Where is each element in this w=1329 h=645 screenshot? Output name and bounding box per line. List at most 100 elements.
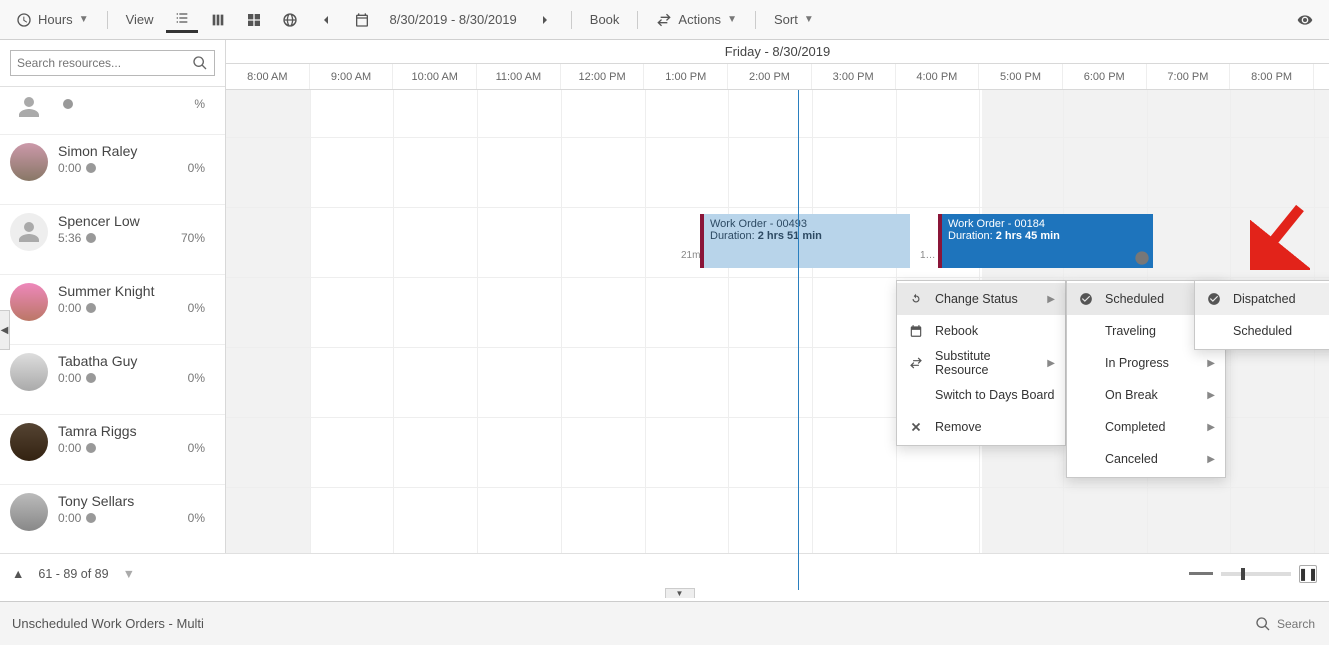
booking-dur-label: Duration: — [710, 230, 758, 242]
menu-remove[interactable]: Remove — [897, 411, 1065, 443]
zoom-pause-button[interactable]: ❚❚ — [1299, 565, 1317, 583]
booking-card[interactable]: Work Order - 00493 Duration: 2 hrs 51 mi… — [700, 214, 910, 268]
eye-button[interactable] — [1289, 8, 1321, 32]
page-up-button[interactable]: ▲ — [12, 567, 24, 581]
person-icon — [17, 220, 41, 244]
view-globe-button[interactable] — [274, 8, 306, 32]
menu-label: Completed — [1105, 420, 1197, 434]
caret-down-icon: ▼ — [804, 14, 814, 25]
resource-pct: 0% — [188, 441, 205, 455]
hour-cell: 8:00 AM — [226, 64, 310, 89]
resource-row[interactable]: % — [0, 87, 225, 135]
resource-row[interactable]: Tony Sellars 0:000% — [0, 485, 225, 555]
timeline-row[interactable] — [226, 488, 1329, 558]
resource-time: 0:00 — [58, 441, 81, 455]
grid-line — [477, 90, 478, 590]
hour-cell: 9:00 AM — [310, 64, 394, 89]
booking-dur-label: Duration: — [948, 230, 996, 242]
menu-switch-board[interactable]: Switch to Days Board — [897, 379, 1065, 411]
hours-dropdown[interactable]: Hours ▼ — [8, 8, 97, 32]
date-range[interactable]: 8/30/2019 - 8/30/2019 — [382, 8, 525, 31]
menu-rebook[interactable]: Rebook — [897, 315, 1065, 347]
resource-row[interactable]: Spencer Low 5:3670% — [0, 205, 225, 275]
resource-list: % Simon Raley 0:000% Spencer Low 5:3670%… — [0, 87, 225, 592]
menu-change-status[interactable]: Change Status ▶ — [897, 283, 1065, 315]
separator — [107, 11, 108, 29]
chevron-right-icon: ▶ — [1047, 294, 1055, 305]
zoom-slider[interactable] — [1221, 572, 1291, 576]
check-circle-icon — [1207, 292, 1221, 306]
menu-substitute[interactable]: Substitute Resource ▶ — [897, 347, 1065, 379]
resource-row[interactable]: Summer Knight 0:000% — [0, 275, 225, 345]
columns-icon — [210, 12, 226, 28]
annotation-arrow — [1250, 200, 1310, 270]
resource-pct: 0% — [188, 511, 205, 525]
menu-dispatched[interactable]: Dispatched — [1195, 283, 1329, 315]
menu-label: In Progress — [1105, 356, 1197, 370]
view-columns-button[interactable] — [202, 8, 234, 32]
menu-on-break[interactable]: On Break▶ — [1067, 379, 1225, 411]
search-container — [0, 40, 225, 87]
zoom-out-button[interactable] — [1189, 572, 1213, 575]
resource-row[interactable]: Simon Raley 0:000% — [0, 135, 225, 205]
swap-icon — [909, 356, 923, 370]
resource-row[interactable]: Tabatha Guy 0:000% — [0, 345, 225, 415]
grid-line — [310, 90, 311, 590]
separator — [755, 11, 756, 29]
next-button[interactable] — [529, 8, 561, 32]
search-icon — [192, 55, 208, 71]
clock-chip[interactable] — [1134, 250, 1150, 266]
booking-dur-value: 2 hrs 45 min — [996, 230, 1060, 242]
eye-icon — [1297, 12, 1313, 28]
resources-sidebar: % Simon Raley 0:000% Spencer Low 5:3670%… — [0, 40, 226, 592]
day-header: Friday - 8/30/2019 — [226, 40, 1329, 64]
avatar-placeholder — [10, 95, 48, 119]
search-input[interactable] — [17, 56, 192, 70]
separator — [571, 11, 572, 29]
hour-cell: 5:00 PM — [979, 64, 1063, 89]
avatar — [10, 283, 48, 321]
menu-in-progress[interactable]: In Progress ▶ — [1067, 347, 1225, 379]
view-list-button[interactable] — [166, 6, 198, 33]
menu-completed[interactable]: Completed▶ — [1067, 411, 1225, 443]
toolbar: Hours ▼ View 8/30/2019 - 8/30/2019 Book … — [0, 0, 1329, 40]
menu-label: Canceled — [1105, 452, 1197, 466]
refresh-icon — [909, 292, 923, 306]
view-grid-button[interactable] — [238, 8, 270, 32]
check-circle-icon — [1079, 292, 1093, 306]
page-down-button[interactable]: ▼ — [123, 567, 135, 581]
resource-row[interactable]: Tamra Riggs 0:000% — [0, 415, 225, 485]
menu-canceled[interactable]: Canceled▶ — [1067, 443, 1225, 475]
bottom-search-input[interactable] — [1277, 617, 1317, 631]
calendar-button[interactable] — [346, 8, 378, 32]
resource-time: 5:36 — [58, 231, 81, 245]
book-button[interactable]: Book — [582, 8, 628, 31]
zoom-thumb[interactable] — [1241, 568, 1245, 580]
booking-card-selected[interactable]: Work Order - 00184 Duration: 2 hrs 45 mi… — [938, 214, 1153, 268]
clock-icon — [85, 512, 97, 524]
search-icon — [1255, 616, 1271, 632]
swap-icon — [656, 12, 672, 28]
person-icon — [17, 95, 41, 119]
timeline-row[interactable] — [226, 90, 1329, 138]
menu-scheduled-2[interactable]: Scheduled — [1195, 315, 1329, 347]
chevron-right-icon: ▶ — [1207, 358, 1215, 369]
avatar — [10, 213, 48, 251]
actions-dropdown[interactable]: Actions ▼ — [648, 8, 745, 32]
bottom-search[interactable] — [1255, 616, 1317, 632]
sidebar-collapse-grip[interactable]: ◀ — [0, 310, 10, 350]
prev-button[interactable] — [310, 8, 342, 32]
search-box[interactable] — [10, 50, 215, 76]
sort-dropdown[interactable]: Sort ▼ — [766, 8, 822, 31]
chevron-right-icon: ▶ — [1207, 390, 1215, 401]
bottom-panel-header: Unscheduled Work Orders - Multi — [0, 601, 1329, 645]
resource-name: Simon Raley — [58, 143, 215, 159]
resource-name: Tabatha Guy — [58, 353, 215, 369]
grid-icon — [246, 12, 262, 28]
menu-label: Rebook — [935, 324, 1055, 338]
chevron-right-icon — [537, 12, 553, 28]
hours-label: Hours — [38, 12, 73, 27]
context-menu: Change Status ▶ Rebook Substitute Resour… — [896, 280, 1066, 446]
splitter-grip[interactable]: ▼ — [665, 588, 695, 598]
timeline-row[interactable] — [226, 138, 1329, 208]
